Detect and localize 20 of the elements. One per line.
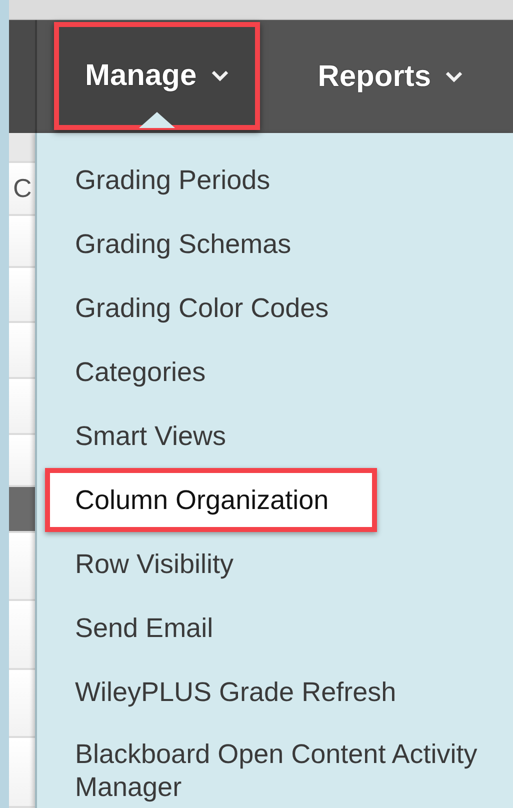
menu-item[interactable]: Blackboard Open Content Activity Manager [37,724,513,804]
menu-item[interactable]: Send Email [37,596,513,660]
table-row [9,670,35,738]
menu-item[interactable]: WileyPLUS Grade Refresh [37,660,513,724]
column-header: C [13,172,32,204]
nav-tab[interactable]: Manage [54,22,260,130]
menu-item[interactable]: Grading Periods [37,148,513,212]
menu-item[interactable]: Grading Schemas [37,212,513,276]
nav-tab[interactable]: Reports [296,20,486,133]
chevron-down-icon [210,70,229,82]
menu-item[interactable]: Categories [37,340,513,404]
menu-item[interactable]: Column Organization [45,468,377,532]
chevron-down-icon [445,70,464,82]
table-row [9,434,35,488]
menu-item[interactable]: Row Visibility [37,532,513,596]
menu-item[interactable]: Grading Color Codes [37,276,513,340]
menu-item[interactable]: Smart Views [37,404,513,468]
table-row [9,322,35,379]
table-row [9,487,35,533]
table-row [9,378,35,435]
